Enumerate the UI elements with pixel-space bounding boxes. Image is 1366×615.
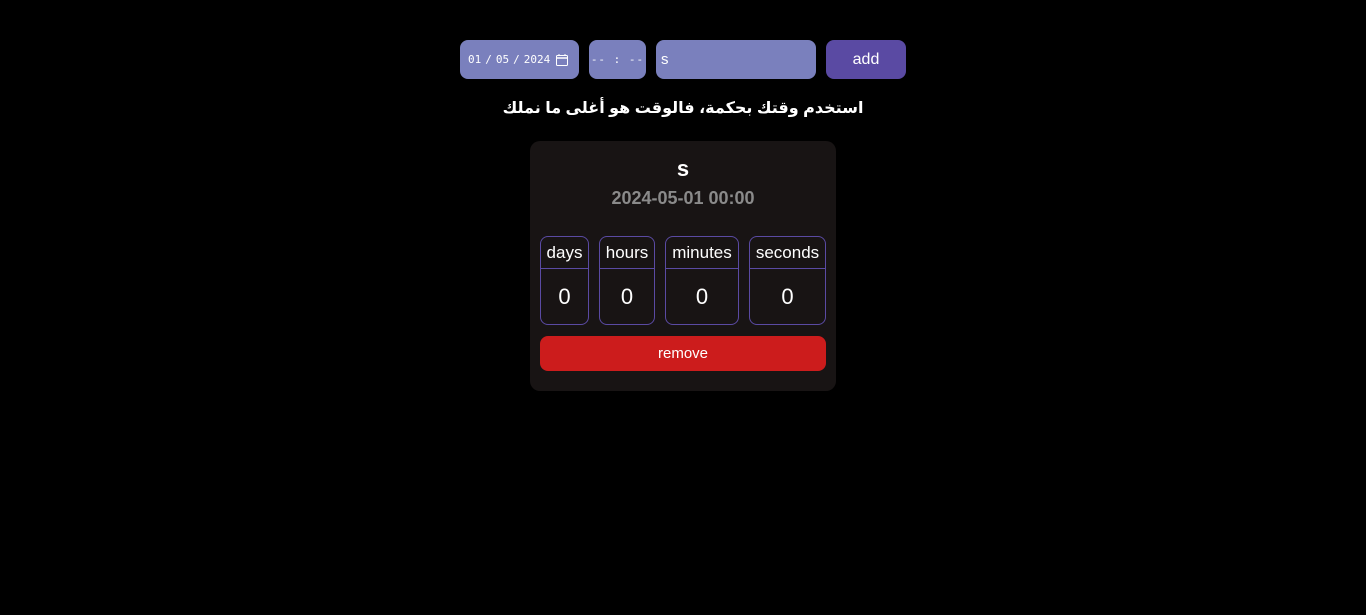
- date-day[interactable]: 01: [468, 53, 481, 66]
- date-field[interactable]: 01 / 05 / 2024: [460, 40, 579, 79]
- countdown-datetime: 2024-05-01 00:00: [611, 188, 755, 208]
- date-separator: /: [485, 53, 492, 66]
- hours-unit: hours 0: [599, 236, 655, 325]
- minutes-unit: minutes 0: [665, 236, 739, 325]
- time-field[interactable]: -- : --: [589, 40, 646, 79]
- add-countdown-form: 01 / 05 / 2024 -- : -- add: [460, 40, 906, 79]
- days-label: days: [541, 237, 588, 269]
- hours-value: 0: [620, 284, 634, 309]
- days-unit: days 0: [540, 236, 589, 325]
- minutes-label: minutes: [666, 237, 738, 269]
- date-month[interactable]: 05: [496, 53, 509, 66]
- hours-label: hours: [600, 237, 654, 269]
- seconds-label: seconds: [750, 237, 825, 269]
- seconds-value: 0: [781, 284, 794, 309]
- motto-text: استخدم وقتك بحكمة، فالوقت هو أغلى ما نمل…: [502, 100, 864, 117]
- remove-button[interactable]: remove: [540, 336, 826, 371]
- days-value: 0: [558, 284, 571, 309]
- countdown-title: s: [676, 156, 690, 181]
- time-placeholder: -- : --: [590, 53, 645, 66]
- seconds-unit: seconds 0: [749, 236, 826, 325]
- date-separator: /: [513, 53, 520, 66]
- minutes-value: 0: [695, 284, 709, 309]
- name-input[interactable]: [656, 40, 816, 79]
- date-year[interactable]: 2024: [524, 53, 551, 66]
- calendar-icon[interactable]: [556, 53, 569, 66]
- add-button[interactable]: add: [826, 40, 906, 79]
